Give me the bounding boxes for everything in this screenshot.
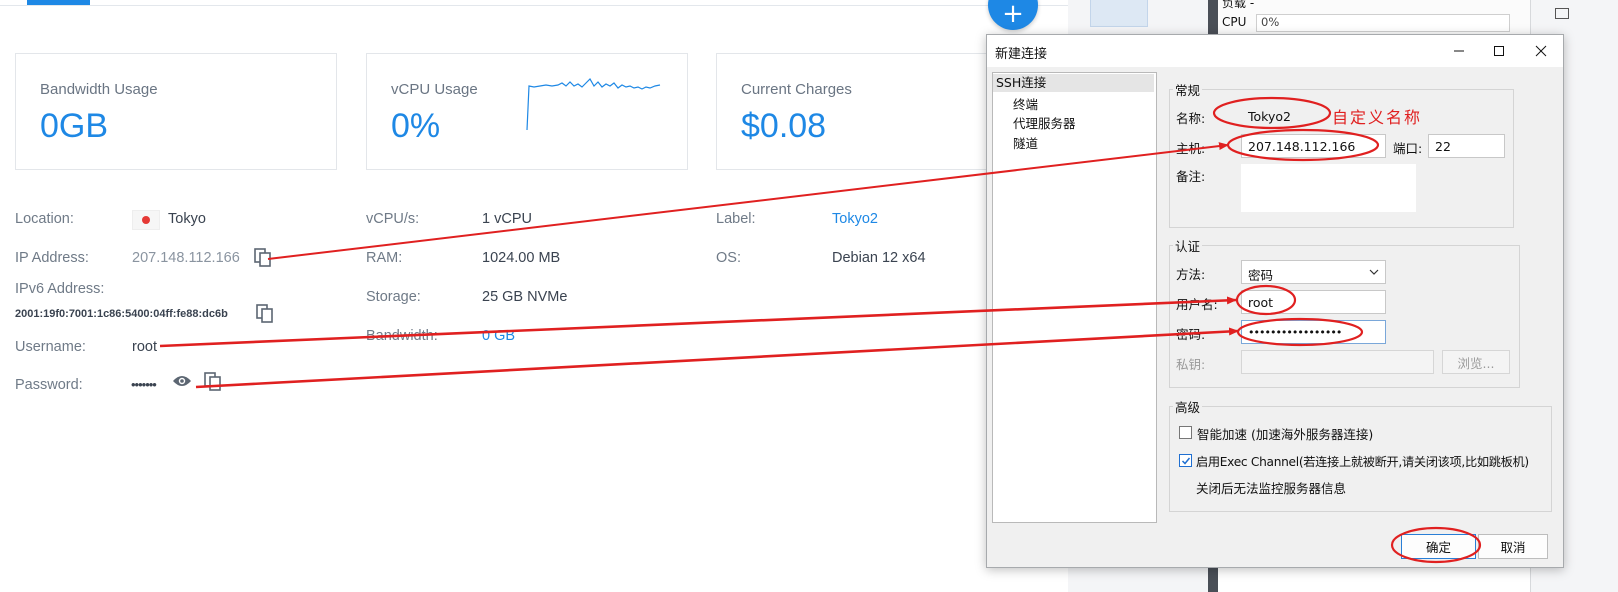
note-label: 备注: — [1176, 169, 1206, 184]
vcpu-value: 1 vCPU — [482, 211, 532, 227]
current-charges-card: Current Charges $0.08 — [716, 53, 1018, 170]
bandwidth-label: Bandwidth: — [366, 328, 438, 344]
advanced-group-title: 高级 — [1173, 397, 1203, 416]
location-value: Tokyo — [168, 211, 206, 227]
maximize-icon — [1494, 46, 1504, 56]
note-field[interactable] — [1241, 164, 1416, 212]
tree-item-tunnel[interactable]: 隧道 — [1013, 133, 1038, 152]
ram-value: 1024.00 MB — [482, 250, 561, 266]
ip-address-value[interactable]: 207.148.112.166 — [132, 250, 240, 266]
private-key-field[interactable] — [1241, 350, 1434, 374]
card-title: vCPU Usage — [391, 81, 478, 98]
exec-channel-checkbox[interactable] — [1179, 454, 1192, 467]
minimize-button[interactable] — [1439, 35, 1479, 67]
storage-value: 25 GB NVMe — [482, 289, 568, 305]
name-field[interactable]: Tokyo2 — [1241, 104, 1331, 128]
cpu-label: CPU — [1222, 15, 1247, 29]
method-select[interactable]: 密码 — [1241, 260, 1386, 284]
auth-group-title: 认证 — [1173, 236, 1203, 255]
ip-address-label: IP Address: — [15, 250, 89, 266]
username-field-label: 用户名: — [1176, 297, 1218, 312]
ok-button[interactable]: 确定 — [1401, 534, 1476, 559]
os-label: OS: — [716, 250, 741, 266]
browse-button[interactable]: 浏览... — [1442, 350, 1510, 374]
card-title: Current Charges — [741, 81, 852, 98]
location-flag-icon — [132, 210, 160, 230]
exec-channel-label: 启用Exec Channel(若连接上就被断开,请关闭该项,比如跳板机) — [1196, 455, 1529, 469]
vcpu-sparkline — [526, 78, 661, 131]
port-label: 端口: — [1393, 141, 1423, 156]
ram-label: RAM: — [366, 250, 403, 266]
method-label: 方法: — [1176, 267, 1206, 282]
dialog-title: 新建连接 — [995, 47, 1048, 62]
close-button[interactable] — [1521, 35, 1561, 67]
password-value: ••••••• — [131, 377, 157, 392]
username-label: Username: — [15, 339, 86, 355]
smart-acceleration-label: 智能加速 (加速海外服务器连接) — [1197, 427, 1374, 442]
copy-icon[interactable] — [204, 372, 222, 392]
username-value: root — [132, 339, 157, 355]
tree-item-terminal[interactable]: 终端 — [1013, 94, 1038, 113]
smart-acceleration-checkbox[interactable] — [1179, 426, 1192, 439]
close-icon — [1535, 45, 1547, 57]
plus-icon: + — [1002, 0, 1024, 29]
show-password-eye-icon[interactable] — [172, 374, 192, 388]
card-value: 0% — [391, 107, 441, 145]
ipv6-address-label: IPv6 Address: — [15, 281, 105, 297]
cancel-button[interactable]: 取消 — [1478, 534, 1548, 559]
host-label: 主机: — [1176, 141, 1206, 156]
bandwidth-usage-card: Bandwidth Usage 0GB — [15, 53, 337, 170]
custom-name-annotation: 自定义名称 — [1332, 108, 1423, 127]
exec-channel-note: 关闭后无法监控服务器信息 — [1196, 481, 1347, 496]
card-title: Bandwidth Usage — [40, 81, 158, 98]
method-select-value: 密码 — [1248, 268, 1274, 283]
host-field[interactable]: 207.148.112.166 — [1241, 134, 1386, 158]
cpu-meter: 0% — [1256, 14, 1510, 32]
server-label-value[interactable]: Tokyo2 — [832, 211, 878, 227]
password-field-label: 密码: — [1176, 327, 1206, 342]
vcpu-label: vCPU/s: — [366, 211, 420, 227]
username-field[interactable]: root — [1241, 290, 1386, 314]
os-value: Debian 12 x64 — [832, 250, 926, 266]
location-label: Location: — [15, 211, 74, 227]
add-button[interactable]: + — [988, 0, 1038, 30]
tree-item-proxy-server[interactable]: 代理服务器 — [1013, 113, 1076, 132]
vcpu-usage-card: vCPU Usage 0% — [366, 53, 688, 170]
card-value: 0GB — [40, 107, 109, 145]
settings-tree: SSH连接 终端 代理服务器 隧道 — [992, 72, 1157, 523]
ipv6-address-value[interactable]: 2001:19f0:7001:1c86:5400:04ff:fe88:dc6b — [15, 308, 228, 320]
small-window-icon — [1555, 8, 1569, 19]
chevron-down-icon — [1369, 269, 1379, 275]
general-group-title: 常规 — [1173, 80, 1203, 99]
load-label: 负载 - — [1222, 0, 1255, 10]
server-label-label: Label: — [716, 211, 756, 227]
tree-item-ssh-connection[interactable]: SSH连接 — [993, 74, 1154, 92]
checkmark-icon — [1181, 457, 1191, 465]
maximize-button[interactable] — [1479, 35, 1519, 67]
tab-bar-divider — [0, 5, 1070, 6]
private-key-label: 私钥: — [1176, 357, 1206, 372]
password-field[interactable]: ••••••••••••••••• — [1241, 320, 1386, 344]
copy-icon[interactable] — [256, 304, 274, 324]
storage-label: Storage: — [366, 289, 421, 305]
server-image-icon — [1090, 0, 1148, 27]
minimize-icon — [1454, 50, 1464, 52]
cpu-meter-value: 0% — [1261, 15, 1280, 29]
bandwidth-value[interactable]: 0 GB — [482, 328, 515, 344]
copy-icon[interactable] — [254, 248, 272, 268]
password-label: Password: — [15, 377, 83, 393]
dialog-titlebar: 新建连接 — [987, 35, 1563, 67]
port-field[interactable]: 22 — [1428, 134, 1505, 158]
card-value: $0.08 — [741, 107, 827, 145]
name-label: 名称: — [1176, 111, 1206, 126]
new-connection-dialog: 新建连接 SSH连接 终端 代理服务器 隧道 常规 名称: Tokyo2 主机:… — [986, 34, 1564, 568]
